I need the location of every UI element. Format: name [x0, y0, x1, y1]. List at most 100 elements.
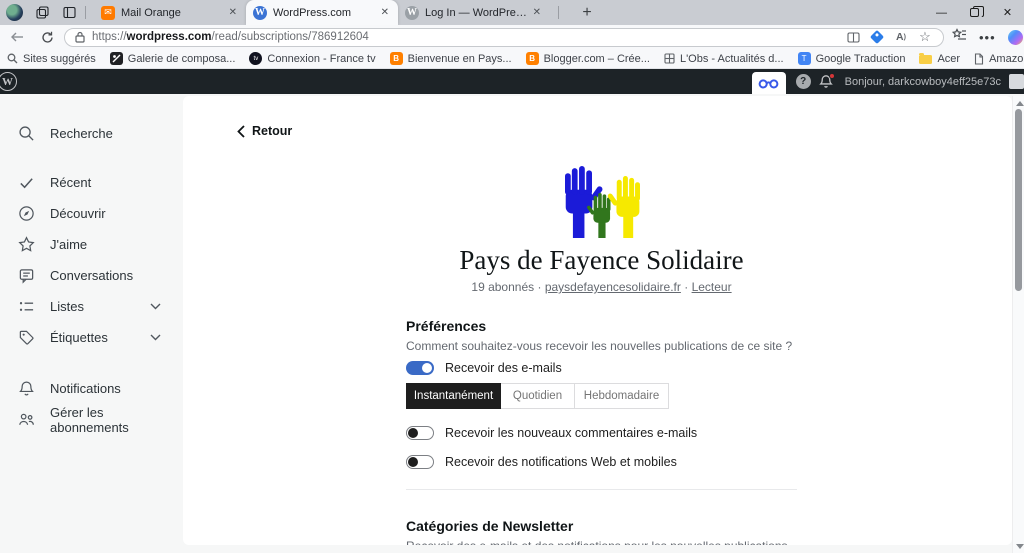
back-button[interactable] [6, 27, 28, 47]
bookmark-blogger[interactable]: B Blogger.com – Crée... [526, 52, 650, 65]
back-label: Retour [252, 124, 292, 138]
google-translate-favicon-icon: T [798, 52, 811, 65]
grid-favicon-icon [664, 53, 675, 64]
bookmark-galerie[interactable]: Galerie de composa... [110, 52, 236, 65]
bookmark-lobs[interactable]: L'Obs - Actualités d... [664, 53, 784, 65]
url-text: https://wordpress.com/read/subscriptions… [92, 31, 369, 43]
browser-tab-login-wordpress[interactable]: W Log In — WordPress.com ✕ [398, 0, 550, 25]
bookmark-label: Galerie de composa... [128, 53, 236, 65]
sidebar-item-label: Étiquettes [50, 330, 108, 345]
page-icon [974, 53, 984, 65]
wordpress-favicon-icon: W [253, 6, 267, 20]
reader-page: Recherche Récent Découvrir J'aime Conver… [0, 94, 1024, 553]
preferences-heading: Préférences [406, 318, 797, 334]
lock-icon[interactable] [74, 29, 86, 45]
sidebar-item-etiquettes[interactable]: Étiquettes [0, 322, 183, 353]
reader-tab[interactable] [752, 72, 786, 94]
list-icon [18, 298, 35, 315]
newsletter-description: Recevoir des e-mails et des notification… [406, 539, 797, 545]
tag-icon [18, 329, 35, 346]
sidebar-item-label: Listes [50, 299, 84, 314]
toggle-web-notifications[interactable] [406, 455, 434, 469]
scrollbar-down-arrow[interactable] [1016, 544, 1024, 549]
user-avatar[interactable] [1009, 74, 1024, 89]
tab-actions-icon[interactable] [62, 5, 77, 20]
more-options-icon[interactable]: ••• [979, 30, 996, 45]
browser-tab-wordpress-active[interactable]: W WordPress.com ✕ [246, 0, 398, 25]
toggle-label: Recevoir des e-mails [445, 361, 562, 375]
sidebar-item-label: Recherche [50, 126, 113, 141]
read-aloud-icon[interactable]: A) [892, 29, 910, 45]
toggle-receive-emails[interactable] [406, 361, 434, 375]
toggle-label: Recevoir les nouveaux commentaires e-mai… [445, 426, 697, 440]
notification-dot [829, 73, 835, 79]
titlebar-separator [85, 6, 86, 19]
site-logo-hands [556, 166, 648, 238]
newsletter-heading: Catégories de Newsletter [406, 518, 797, 534]
shopping-tag-icon[interactable] [868, 29, 886, 45]
bookmark-sites-suggeres[interactable]: Sites suggérés [7, 53, 96, 65]
search-icon [18, 125, 35, 142]
help-icon[interactable]: ? [796, 74, 811, 89]
scrollbar-up-arrow[interactable] [1016, 101, 1024, 106]
titlebar-separator [558, 6, 559, 19]
split-screen-icon[interactable] [844, 29, 862, 45]
tab-close-icon[interactable]: ✕ [379, 7, 391, 18]
sidebar-item-recherche[interactable]: Recherche [0, 118, 183, 149]
browser-tab-mail-orange[interactable]: ✉ Mail Orange ✕ [94, 0, 246, 25]
sidebar-item-recent[interactable]: Récent [0, 167, 183, 198]
bookmark-google-traduction[interactable]: T Google Traduction [798, 52, 906, 65]
site-url-link[interactable]: paysdefayencesolidaire.fr [545, 280, 681, 294]
wordpress-logo-icon[interactable]: W [0, 72, 17, 91]
copilot-icon[interactable] [1008, 30, 1023, 45]
new-tab-button[interactable]: + [577, 4, 597, 22]
star-icon [18, 236, 35, 253]
chevron-left-icon [237, 125, 245, 138]
frequency-segmented-control: Instantanément Quotidien Hebdomadaire [406, 383, 797, 409]
sidebar-item-notifications[interactable]: Notifications [0, 373, 183, 404]
browser-profile-avatar[interactable] [6, 4, 23, 21]
sidebar-item-gerer-abonnements[interactable]: Gérer les abonnements [0, 404, 183, 435]
back-link[interactable]: Retour [237, 124, 292, 138]
sidebar-item-decouvrir[interactable]: Découvrir [0, 198, 183, 229]
frequency-option-daily[interactable]: Quotidien [500, 383, 575, 409]
scrollbar-thumb[interactable] [1015, 109, 1022, 291]
page-scrollbar[interactable] [1012, 96, 1024, 553]
window-close-button[interactable]: ✕ [991, 0, 1024, 25]
sidebar-item-jaime[interactable]: J'aime [0, 229, 183, 260]
france-tv-favicon-icon: tv [249, 52, 262, 65]
window-restore-button[interactable] [958, 0, 991, 25]
sidebar-item-conversations[interactable]: Conversations [0, 260, 183, 291]
bookmark-bienvenue-pays[interactable]: B Bienvenue en Pays... [390, 52, 512, 65]
sidebar-item-label: Récent [50, 175, 91, 190]
meta-separator: · [684, 280, 688, 294]
sidebar-item-label: Notifications [50, 381, 121, 396]
bookmark-label: Amazon [989, 53, 1024, 65]
sidebar-item-label: Gérer les abonnements [50, 405, 183, 435]
admin-greeting[interactable]: Bonjour, darkcowboy4eff25e73c [845, 76, 1001, 88]
favorites-list-icon[interactable] [952, 28, 967, 46]
site-meta: 19 abonnés · paysdefayencesolidaire.fr ·… [406, 280, 797, 294]
followers-count: 19 abonnés [471, 280, 534, 294]
frequency-option-instant[interactable]: Instantanément [406, 383, 501, 409]
sidebar-item-listes[interactable]: Listes [0, 291, 183, 322]
bookmark-france-tv[interactable]: tv Connexion - France tv [249, 52, 375, 65]
refresh-button[interactable] [36, 27, 58, 47]
notifications-bell-button[interactable] [819, 74, 835, 90]
toggle-row-notifications: Recevoir des notifications Web et mobile… [406, 455, 797, 469]
address-bar[interactable]: https://wordpress.com/read/subscriptions… [64, 28, 944, 47]
workspaces-icon[interactable] [35, 5, 50, 20]
window-minimize-button[interactable]: — [925, 0, 958, 25]
blogger-favicon-icon: B [390, 52, 403, 65]
reader-link[interactable]: Lecteur [692, 280, 732, 294]
bookmark-label: Acer [937, 53, 960, 65]
bookmark-amazon[interactable]: Amazon [974, 53, 1024, 65]
bookmark-label: Connexion - France tv [267, 53, 375, 65]
toggle-row-emails: Recevoir des e-mails [406, 361, 797, 375]
tab-close-icon[interactable]: ✕ [531, 7, 543, 18]
add-favorite-star-icon[interactable]: ☆ [916, 29, 934, 45]
bookmark-folder-acer[interactable]: Acer [919, 53, 960, 65]
tab-close-icon[interactable]: ✕ [227, 7, 239, 18]
frequency-option-weekly[interactable]: Hebdomadaire [574, 383, 669, 409]
toggle-comment-emails[interactable] [406, 426, 434, 440]
